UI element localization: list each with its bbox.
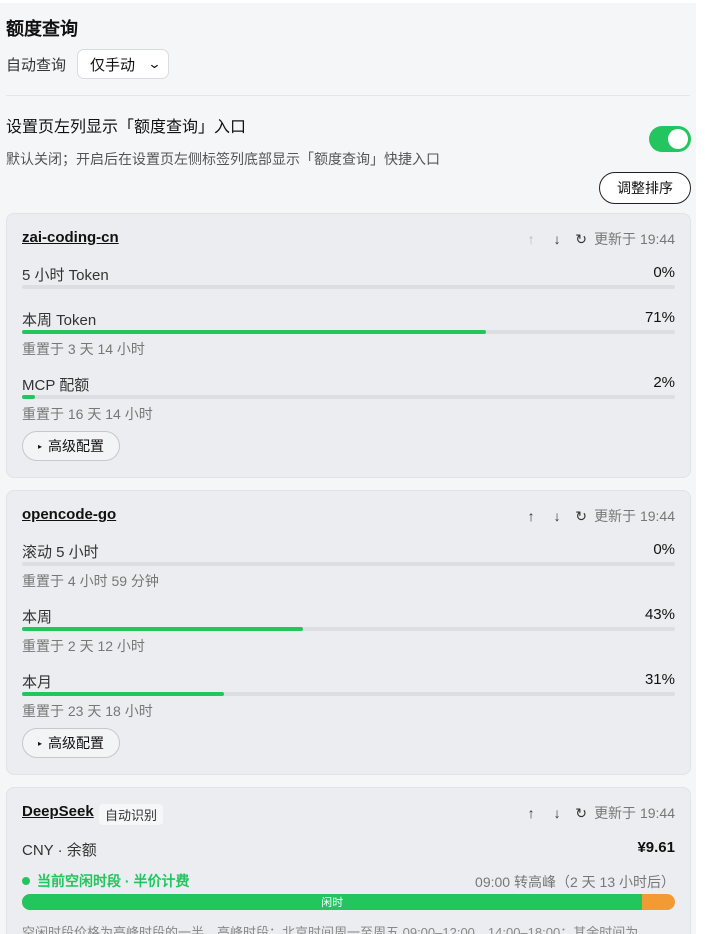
metric-label: 本周	[22, 609, 53, 626]
updated-time: 更新于 19:44	[594, 805, 675, 821]
advanced-config-label: 高级配置	[48, 735, 104, 751]
progress-track	[22, 395, 675, 399]
pricing-period-bar: 闲时	[22, 894, 675, 910]
setting-title: 设置页左列显示「额度查询」入口	[6, 119, 247, 136]
offpeak-label: 当前空闲时段 · 半价计费	[37, 873, 190, 889]
advanced-config-label: 高级配置	[48, 438, 104, 454]
pricing-footnote: 空闲时段价格为高峰时段的一半。高峰时段：北京时间周一至周五 09:00–12:0…	[22, 925, 639, 934]
metric-percent: 0%	[653, 264, 675, 281]
refresh-icon[interactable]: ↻	[570, 508, 592, 525]
updated-time: 更新于 19:44	[594, 231, 675, 247]
chevron-down-icon: ⌄	[147, 56, 162, 71]
progress-fill	[22, 627, 303, 631]
quota-settings-panel: 额度查询 自动查询 仅手动 ⌄ 设置页左列显示「额度查询」入口 默认关闭；开启后…	[0, 3, 696, 934]
quota-card-deepseek: DeepSeek 自动识别 ↑ ↓ ↻ 更新于 19:44 CNY · 余额 ¥…	[6, 787, 691, 934]
provider-name[interactable]: opencode-go	[22, 506, 116, 523]
triangle-right-icon: ▸	[37, 441, 42, 451]
move-down-icon[interactable]: ↓	[544, 231, 570, 247]
adjust-order-button[interactable]: 调整排序	[599, 172, 691, 204]
reset-time: 重置于 2 天 12 小时	[22, 638, 145, 654]
divider	[6, 95, 690, 96]
card-actions: ↑ ↓ ↻ 更新于 19:44	[518, 803, 675, 823]
progress-track	[22, 692, 675, 696]
move-up-icon[interactable]: ↑	[518, 508, 544, 524]
offpeak-status: 当前空闲时段 · 半价计费	[22, 871, 189, 891]
peak-switch-note: 09:00 转高峰（2 天 13 小时后）	[475, 874, 675, 890]
progress-fill	[22, 395, 36, 399]
advanced-config-button[interactable]: ▸ 高级配置	[22, 728, 120, 758]
card-actions: ↑ ↓ ↻ 更新于 19:44	[518, 506, 675, 526]
quota-card-zai-coding-cn: zai-coding-cn ↑ ↓ ↻ 更新于 19:44 5 小时 Token…	[6, 213, 691, 478]
setting-description: 默认关闭；开启后在设置页左侧标签列底部显示「额度查询」快捷入口	[6, 151, 440, 167]
progress-fill	[22, 692, 225, 696]
reset-time: 重置于 16 天 14 小时	[22, 406, 153, 422]
toggle-knob	[668, 129, 688, 149]
metric-percent: 2%	[653, 374, 675, 391]
reset-time: 重置于 23 天 18 小时	[22, 703, 153, 719]
progress-track	[22, 627, 675, 631]
metric-label: 本月	[22, 674, 53, 691]
progress-track	[22, 562, 675, 566]
metric-label: 本周 Token	[22, 312, 97, 329]
metric-percent: 43%	[644, 606, 675, 623]
page-title: 额度查询	[6, 19, 78, 39]
auto-query-select[interactable]: 仅手动 ⌄	[77, 49, 170, 79]
status-dot-icon	[22, 877, 30, 885]
offpeak-segment: 闲时	[22, 894, 643, 910]
move-up-icon[interactable]: ↑	[518, 231, 544, 247]
reset-time: 重置于 4 小时 59 分钟	[22, 573, 159, 589]
metric-label: 5 小时 Token	[22, 267, 109, 284]
move-up-icon[interactable]: ↑	[518, 805, 544, 821]
updated-time: 更新于 19:44	[594, 508, 675, 524]
balance-label: CNY · 余额	[22, 842, 97, 859]
card-actions: ↑ ↓ ↻ 更新于 19:44	[518, 229, 675, 249]
metric-percent: 0%	[653, 541, 675, 558]
move-down-icon[interactable]: ↓	[544, 805, 570, 821]
sidebar-entry-toggle[interactable]	[649, 126, 691, 152]
move-down-icon[interactable]: ↓	[544, 508, 570, 524]
offpeak-bar-label: 闲时	[321, 897, 344, 909]
refresh-icon[interactable]: ↻	[570, 231, 592, 248]
auto-query-label: 自动查询	[6, 56, 67, 74]
metric-percent: 31%	[644, 671, 675, 688]
provider-name[interactable]: zai-coding-cn	[22, 229, 119, 246]
balance-value: ¥9.61	[637, 839, 675, 856]
progress-fill	[22, 330, 486, 334]
reset-time: 重置于 3 天 14 小时	[22, 341, 145, 357]
refresh-icon[interactable]: ↻	[570, 805, 592, 822]
metric-label: MCP 配额	[22, 377, 90, 394]
metric-label: 滚动 5 小时	[22, 544, 99, 561]
provider-name[interactable]: DeepSeek	[22, 803, 94, 820]
quota-card-opencode-go: opencode-go ↑ ↓ ↻ 更新于 19:44 滚动 5 小时 0% 重…	[6, 490, 691, 775]
progress-track	[22, 330, 675, 334]
auto-query-value: 仅手动	[90, 56, 136, 74]
triangle-right-icon: ▸	[37, 738, 42, 748]
advanced-config-button[interactable]: ▸ 高级配置	[22, 431, 120, 461]
progress-track	[22, 285, 675, 289]
auto-detect-badge: 自动识别	[99, 804, 164, 825]
auto-query-row: 自动查询 仅手动 ⌄	[6, 49, 170, 79]
metric-percent: 71%	[644, 309, 675, 326]
